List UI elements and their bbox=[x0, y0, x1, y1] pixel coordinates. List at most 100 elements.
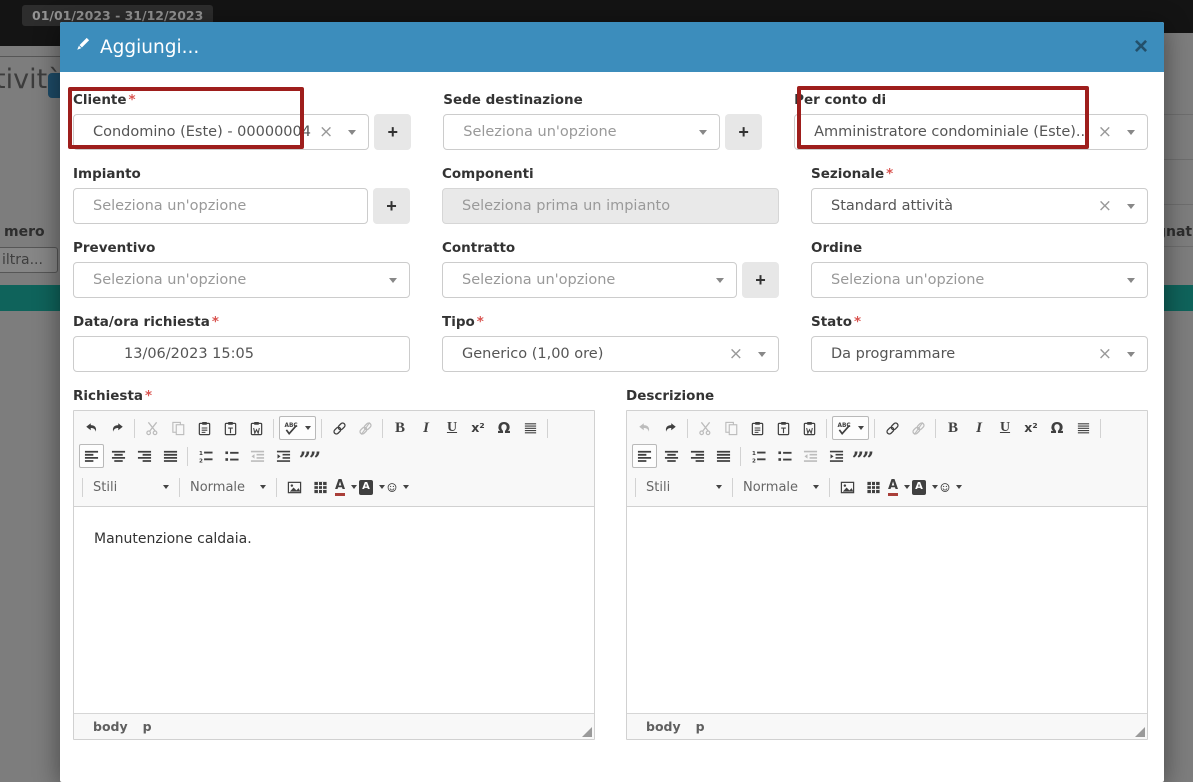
path-p[interactable]: p bbox=[143, 719, 152, 734]
editor-content-area[interactable]: Manutenzione caldaia. bbox=[74, 507, 594, 713]
bullet-list-icon[interactable] bbox=[219, 444, 243, 468]
resize-handle-icon[interactable] bbox=[582, 727, 592, 737]
editor-content-area[interactable] bbox=[627, 507, 1147, 713]
per-conto-di-select[interactable]: Amministratore condominiale (Este)... × bbox=[794, 114, 1148, 150]
redo-icon[interactable] bbox=[658, 416, 682, 440]
field-preventivo: Preventivo Seleziona un'opzione bbox=[73, 240, 410, 298]
align-left-icon[interactable] bbox=[632, 444, 657, 468]
table-icon[interactable] bbox=[861, 475, 885, 499]
paste-icon[interactable] bbox=[192, 416, 216, 440]
align-justify-icon[interactable] bbox=[711, 444, 735, 468]
hlines-icon[interactable] bbox=[518, 416, 542, 440]
align-justify-icon[interactable] bbox=[158, 444, 182, 468]
italic-icon[interactable]: I bbox=[414, 416, 438, 440]
format-combo[interactable]: Normale bbox=[184, 475, 272, 499]
chevron-down-icon bbox=[403, 485, 409, 489]
outdent-icon bbox=[245, 444, 269, 468]
datetime-input[interactable] bbox=[73, 336, 410, 372]
bg-color-icon[interactable]: A bbox=[913, 475, 937, 499]
contratto-select[interactable]: Seleziona un'opzione bbox=[442, 262, 737, 298]
path-body[interactable]: body bbox=[646, 719, 681, 734]
add-contratto-button[interactable]: + bbox=[742, 262, 779, 298]
chevron-down-icon bbox=[1127, 204, 1135, 209]
clear-icon[interactable]: × bbox=[319, 124, 333, 141]
modal-title: Aggiungi... bbox=[74, 36, 199, 58]
ordered-list-icon[interactable]: 12 bbox=[193, 444, 217, 468]
ordine-select[interactable]: Seleziona un'opzione bbox=[811, 262, 1148, 298]
quote-icon[interactable]: ”” bbox=[297, 444, 321, 468]
ordered-list-icon[interactable]: 12 bbox=[746, 444, 770, 468]
cliente-select[interactable]: Condomino (Este) - 00000004 × bbox=[73, 114, 369, 150]
hlines-icon[interactable] bbox=[1071, 416, 1095, 440]
underline-icon[interactable]: U bbox=[993, 416, 1017, 440]
align-center-icon[interactable] bbox=[659, 444, 683, 468]
italic-icon[interactable]: I bbox=[967, 416, 991, 440]
field-componenti: Componenti Seleziona prima un impianto bbox=[442, 166, 779, 224]
svg-text:2: 2 bbox=[751, 458, 755, 464]
clear-icon[interactable]: × bbox=[1098, 124, 1112, 141]
path-body[interactable]: body bbox=[93, 719, 128, 734]
bullet-list-icon[interactable] bbox=[772, 444, 796, 468]
indent-icon[interactable] bbox=[271, 444, 295, 468]
align-left-icon[interactable] bbox=[79, 444, 104, 468]
align-right-icon[interactable] bbox=[132, 444, 156, 468]
add-sede-button[interactable]: + bbox=[725, 114, 762, 150]
indent-icon[interactable] bbox=[824, 444, 848, 468]
paste-text-icon[interactable] bbox=[771, 416, 795, 440]
spellcheck-icon[interactable]: ABC bbox=[279, 416, 316, 440]
preventivo-select[interactable]: Seleziona un'opzione bbox=[73, 262, 410, 298]
tipo-select[interactable]: Generico (1,00 ore) × bbox=[442, 336, 779, 372]
text-color-icon[interactable]: A bbox=[334, 475, 358, 499]
styles-combo[interactable]: Stili bbox=[87, 475, 175, 499]
chevron-down-icon bbox=[813, 485, 819, 489]
spellcheck-icon[interactable]: ABC bbox=[832, 416, 869, 440]
redo-icon[interactable] bbox=[105, 416, 129, 440]
chevron-down-icon bbox=[379, 485, 385, 489]
field-label: Preventivo bbox=[73, 240, 410, 256]
image-icon[interactable] bbox=[835, 475, 859, 499]
paste-word-icon[interactable] bbox=[244, 416, 268, 440]
superscript-icon[interactable]: x² bbox=[1019, 416, 1043, 440]
bold-icon[interactable]: B bbox=[941, 416, 965, 440]
close-icon[interactable]: × bbox=[1134, 35, 1148, 59]
link-icon[interactable] bbox=[880, 416, 904, 440]
stato-select[interactable]: Da programmare × bbox=[811, 336, 1148, 372]
align-center-icon[interactable] bbox=[106, 444, 130, 468]
format-combo[interactable]: Normale bbox=[737, 475, 825, 499]
chevron-down-icon bbox=[163, 485, 169, 489]
omega-icon[interactable]: Ω bbox=[1045, 416, 1069, 440]
resize-handle-icon[interactable] bbox=[1135, 727, 1145, 737]
smiley-icon[interactable] bbox=[386, 475, 410, 499]
sede-select[interactable]: Seleziona un'opzione bbox=[443, 114, 720, 150]
omega-icon[interactable]: Ω bbox=[492, 416, 516, 440]
clear-icon[interactable]: × bbox=[1098, 346, 1112, 363]
sezionale-select[interactable]: Standard attività × bbox=[811, 188, 1148, 224]
field-label: Componenti bbox=[442, 166, 779, 182]
clear-icon[interactable]: × bbox=[1098, 198, 1112, 215]
text-color-icon[interactable]: A bbox=[887, 475, 911, 499]
link-icon[interactable] bbox=[327, 416, 351, 440]
underline-icon[interactable]: U bbox=[440, 416, 464, 440]
chevron-down-icon bbox=[1127, 130, 1135, 135]
styles-combo[interactable]: Stili bbox=[640, 475, 728, 499]
bg-color-icon[interactable]: A bbox=[360, 475, 384, 499]
field-label: Richiesta* bbox=[73, 388, 595, 404]
undo-icon[interactable] bbox=[79, 416, 103, 440]
paste-icon[interactable] bbox=[745, 416, 769, 440]
table-icon[interactable] bbox=[308, 475, 332, 499]
path-p[interactable]: p bbox=[696, 719, 705, 734]
smiley-icon[interactable] bbox=[939, 475, 963, 499]
align-right-icon[interactable] bbox=[685, 444, 709, 468]
clear-icon[interactable]: × bbox=[729, 346, 743, 363]
chevron-down-icon bbox=[305, 426, 311, 430]
impianto-select[interactable]: Seleziona un'opzione bbox=[73, 188, 368, 224]
image-icon[interactable] bbox=[282, 475, 306, 499]
paste-text-icon[interactable] bbox=[218, 416, 242, 440]
add-cliente-button[interactable]: + bbox=[374, 114, 411, 150]
quote-icon[interactable]: ”” bbox=[850, 444, 874, 468]
superscript-icon[interactable]: x² bbox=[466, 416, 490, 440]
field-label: Ordine bbox=[811, 240, 1148, 256]
add-impianto-button[interactable]: + bbox=[373, 188, 410, 224]
paste-word-icon[interactable] bbox=[797, 416, 821, 440]
bold-icon[interactable]: B bbox=[388, 416, 412, 440]
